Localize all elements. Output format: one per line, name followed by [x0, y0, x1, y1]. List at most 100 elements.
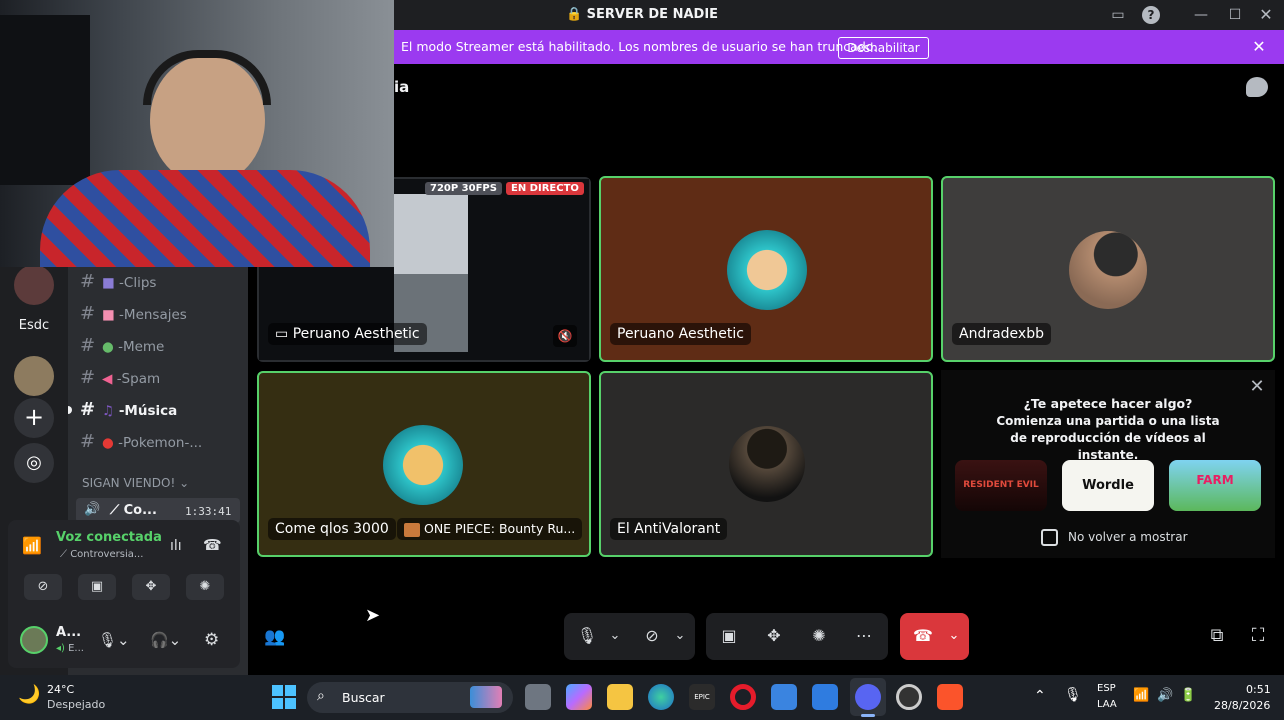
game-card-farm[interactable]: FARM: [1169, 460, 1261, 511]
add-server-icon[interactable]: +: [14, 398, 54, 438]
banner-text: El modo Streamer está habilitado. Los no…: [401, 39, 878, 54]
chevron-down-icon[interactable]: ⌄: [603, 624, 627, 648]
settings-gear-icon[interactable]: ⚙: [204, 630, 219, 650]
activity-title: ¿Te apetece hacer algo?: [1023, 396, 1193, 411]
user-status[interactable]: ◂) E...: [56, 643, 84, 654]
minimize-button[interactable]: —: [1191, 5, 1211, 25]
fullscreen-icon[interactable]: ⛶: [1246, 624, 1270, 648]
headphones-icon[interactable]: 🎧⌄: [150, 631, 181, 649]
language-code[interactable]: ESP: [1097, 683, 1116, 694]
language-layout[interactable]: LAA: [1097, 699, 1117, 710]
soundboard-icon[interactable]: ✺: [807, 624, 831, 648]
participant-name-tag: El AntiValorant: [610, 518, 728, 540]
screen-share-button[interactable]: ▣: [78, 574, 116, 600]
channel-item[interactable]: # ■ -Mensajes: [80, 301, 240, 327]
category-header[interactable]: SIGAN VIENDO! ⌄: [82, 476, 189, 490]
microphone-icon[interactable]: 🎙⌄: [98, 631, 130, 649]
signal-icon[interactable]: 📶: [22, 536, 42, 555]
hangup-icon[interactable]: ☎: [911, 624, 935, 648]
weather-temp[interactable]: 24°C: [47, 683, 74, 696]
participant-name-tag: Come qlos 3000: [268, 518, 396, 540]
activities-icon[interactable]: ✥: [762, 624, 786, 648]
file-explorer-icon[interactable]: [607, 684, 633, 710]
popout-icon[interactable]: ⧉: [1205, 624, 1229, 648]
camera-off-icon[interactable]: ⊘: [640, 624, 664, 648]
mouse-cursor: ➤: [365, 605, 381, 626]
channel-item[interactable]: # ◀ -Spam: [80, 365, 240, 391]
server-avatar[interactable]: [14, 265, 54, 305]
clock-date[interactable]: 28/8/2026: [1214, 699, 1270, 712]
dont-show-checkbox[interactable]: [1041, 529, 1058, 546]
maximize-button[interactable]: ☐: [1225, 5, 1245, 25]
disconnect-icon[interactable]: ☎: [203, 536, 222, 554]
webcam-shirt: [40, 170, 370, 267]
discord-icon[interactable]: [855, 684, 881, 710]
close-icon[interactable]: ✕: [1248, 378, 1266, 396]
game-card-wordle[interactable]: Wordle: [1062, 460, 1154, 511]
voice-timer: 1:33:41: [185, 505, 232, 518]
user-avatar[interactable]: [20, 626, 48, 654]
voice-status-channel[interactable]: ⟋ Controversia...: [60, 549, 143, 560]
webcam-overlay: [0, 0, 394, 267]
channel-item[interactable]: # ■ -Clips: [80, 269, 240, 295]
channel-header-partial: ia: [394, 78, 410, 96]
hash-icon: #: [80, 335, 96, 356]
mute-stream-icon[interactable]: 🔇: [553, 325, 577, 347]
volume-icon[interactable]: 🔊: [1157, 688, 1173, 703]
channel-emoji-icon: ■: [102, 307, 120, 323]
disable-streamer-button[interactable]: Deshabilitar: [838, 37, 929, 59]
channel-emoji-icon: ■: [102, 275, 120, 291]
soundboard-button[interactable]: ✺: [186, 574, 224, 600]
activities-button[interactable]: ✥: [132, 574, 170, 600]
server-short-name[interactable]: Esdc: [14, 318, 54, 333]
camera-off-button[interactable]: ⊘: [24, 574, 62, 600]
participant-avatar: [729, 426, 805, 502]
chevron-down-icon[interactable]: ⌄: [942, 624, 966, 648]
channel-item[interactable]: # ● -Meme: [80, 333, 240, 359]
chat-icon[interactable]: [1246, 77, 1268, 97]
noise-suppression-icon[interactable]: ılı: [170, 538, 182, 554]
invite-user-icon[interactable]: 👥: [264, 627, 285, 647]
wifi-icon[interactable]: 📶: [1133, 688, 1149, 703]
weather-desc[interactable]: Despejado: [47, 698, 105, 711]
hash-icon: #: [80, 271, 96, 292]
discover-icon[interactable]: ◎: [14, 443, 54, 483]
close-window-button[interactable]: ✕: [1256, 5, 1276, 25]
tray-chevron-icon[interactable]: ⌃: [1034, 688, 1046, 704]
weather-icon[interactable]: 🌙: [18, 684, 40, 705]
microphone-icon[interactable]: 🎙: [575, 624, 599, 648]
brave-icon[interactable]: [937, 684, 963, 710]
clock-time[interactable]: 0:51: [1246, 683, 1271, 696]
channel-label: -Mensajes: [119, 307, 187, 323]
steam-icon[interactable]: [896, 684, 922, 710]
help-icon[interactable]: ?: [1142, 6, 1160, 24]
game-card-resident-evil[interactable]: RESIDENT EVIL: [955, 460, 1047, 511]
task-view-icon[interactable]: [525, 684, 551, 710]
channel-label: -Spam: [116, 371, 161, 387]
activity-tag: ONE PIECE: Bounty Ru...: [397, 518, 583, 540]
app-icon[interactable]: [812, 684, 838, 710]
battery-icon[interactable]: 🔋: [1180, 688, 1196, 703]
channel-emoji-icon: ●: [102, 435, 119, 451]
tray-microphone-icon[interactable]: 🎙: [1064, 687, 1082, 703]
channel-emoji-icon: ●: [102, 339, 119, 355]
copilot-icon[interactable]: [566, 684, 592, 710]
active-indicator: [861, 714, 875, 717]
store-icon[interactable]: [771, 684, 797, 710]
windows-start-icon[interactable]: [272, 685, 296, 709]
channel-item[interactable]: # ● -Pokemon-...: [80, 429, 240, 455]
inbox-icon[interactable]: ▭: [1108, 5, 1128, 25]
edge-icon[interactable]: [648, 684, 674, 710]
user-name[interactable]: A...: [56, 625, 81, 640]
chevron-down-icon[interactable]: ⌄: [668, 624, 692, 648]
channel-item-active[interactable]: # ♫ -Música: [80, 397, 240, 423]
voice-status-title[interactable]: Voz conectada: [56, 530, 162, 545]
opera-icon[interactable]: [730, 684, 756, 710]
more-options-icon[interactable]: ⋯: [852, 624, 876, 648]
screen-share-icon[interactable]: ▣: [717, 624, 741, 648]
close-icon[interactable]: ✕: [1250, 38, 1268, 56]
epic-games-icon[interactable]: EPIC: [689, 684, 715, 710]
speaker-icon: 🔊: [84, 502, 101, 517]
participant-avatar: [383, 425, 463, 505]
server-avatar[interactable]: [14, 356, 54, 396]
